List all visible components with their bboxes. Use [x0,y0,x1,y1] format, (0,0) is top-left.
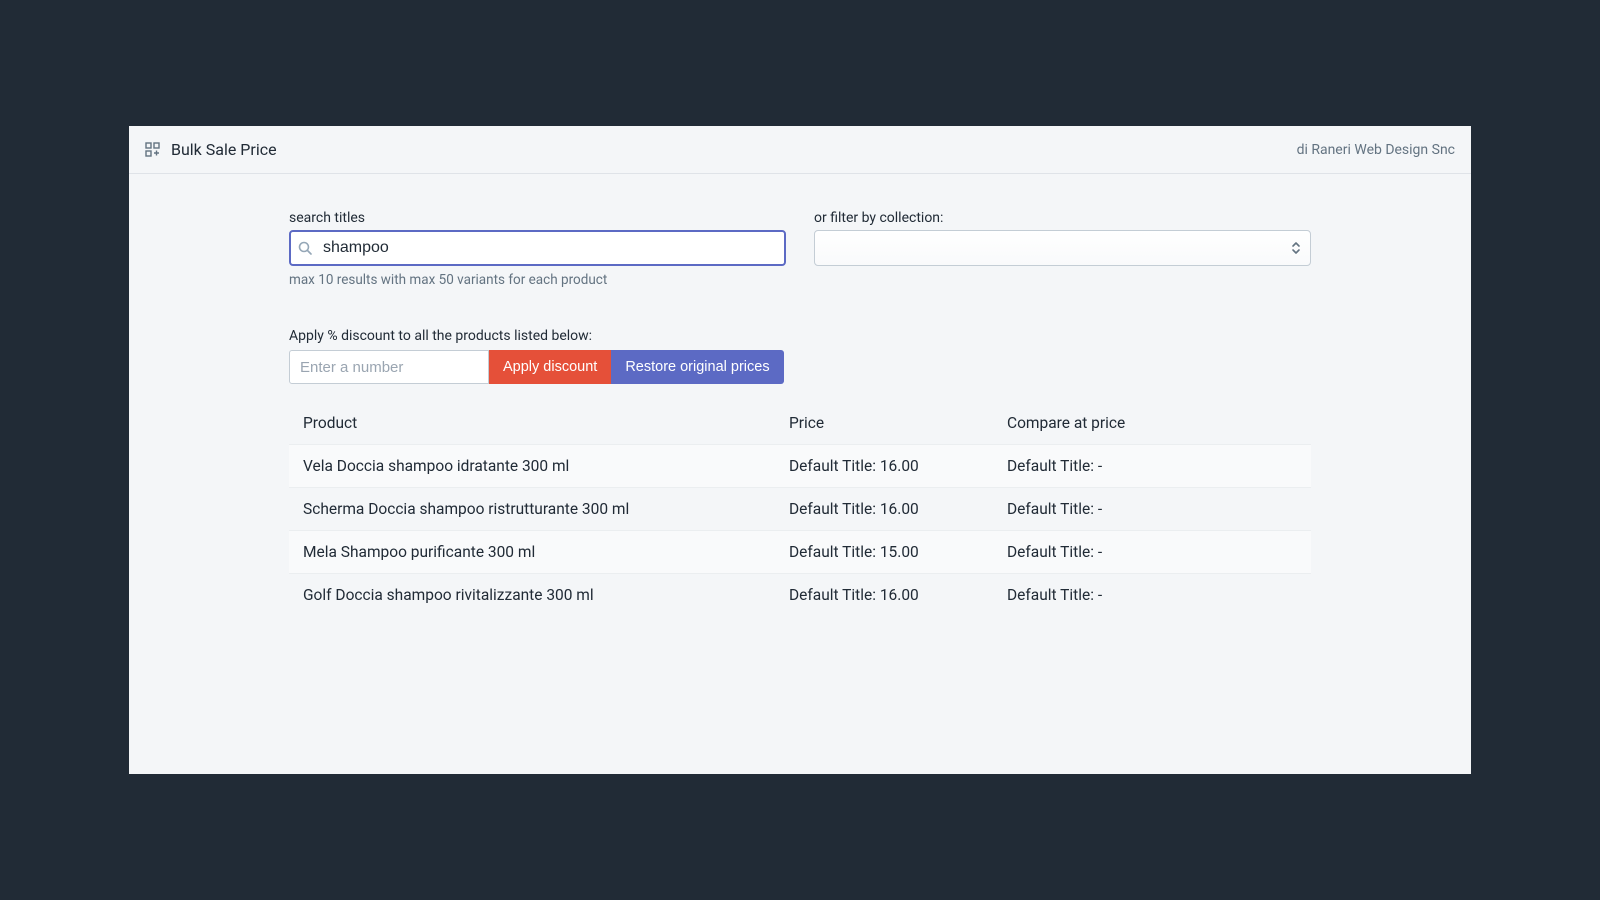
products-table: Product Price Compare at price Vela Docc… [289,402,1311,616]
search-field-group: search titles max 10 results with max 50… [289,210,786,288]
discount-input[interactable] [289,350,489,384]
cell-compare: Default Title: - [1007,500,1297,518]
content: search titles max 10 results with max 50… [129,174,1471,616]
cell-price: Default Title: 16.00 [789,500,1007,518]
cell-product: Scherma Doccia shampoo ristrutturante 30… [303,500,789,518]
cell-product: Vela Doccia shampoo idratante 300 ml [303,457,789,475]
collection-label: or filter by collection: [814,210,1311,226]
cell-compare: Default Title: - [1007,586,1297,604]
app-window: Bulk Sale Price di Raneri Web Design Snc… [129,126,1471,774]
collection-select-wrap [814,230,1311,266]
search-hint: max 10 results with max 50 variants for … [289,272,786,288]
cell-compare: Default Title: - [1007,543,1297,561]
search-label: search titles [289,210,786,226]
cell-price: Default Title: 16.00 [789,586,1007,604]
col-header-price: Price [789,414,1007,432]
discount-controls: Apply discount Restore original prices [289,350,1311,384]
apply-discount-button[interactable]: Apply discount [489,350,611,384]
table-row: Golf Doccia shampoo rivitalizzante 300 m… [289,574,1311,616]
discount-section: Apply % discount to all the products lis… [289,328,1311,384]
col-header-product: Product [303,414,789,432]
col-header-compare: Compare at price [1007,414,1297,432]
search-input[interactable] [289,230,786,266]
cell-price: Default Title: 16.00 [789,457,1007,475]
table-row: Vela Doccia shampoo idratante 300 ml Def… [289,445,1311,488]
table-row: Scherma Doccia shampoo ristrutturante 30… [289,488,1311,531]
app-logo-icon [145,142,161,158]
filter-row: search titles max 10 results with max 50… [289,210,1311,288]
app-credit: di Raneri Web Design Snc [1297,142,1455,158]
cell-product: Mela Shampoo purificante 300 ml [303,543,789,561]
table-header-row: Product Price Compare at price [289,402,1311,445]
app-title: Bulk Sale Price [171,140,277,159]
cell-product: Golf Doccia shampoo rivitalizzante 300 m… [303,586,789,604]
collection-field-group: or filter by collection: [814,210,1311,288]
app-header-left: Bulk Sale Price [145,140,277,159]
collection-select[interactable] [814,230,1311,266]
search-icon [297,240,313,256]
app-header: Bulk Sale Price di Raneri Web Design Snc [129,126,1471,174]
cell-price: Default Title: 15.00 [789,543,1007,561]
cell-compare: Default Title: - [1007,457,1297,475]
restore-prices-button[interactable]: Restore original prices [611,350,783,384]
discount-label: Apply % discount to all the products lis… [289,328,1311,344]
search-input-wrap [289,230,786,266]
table-row: Mela Shampoo purificante 300 ml Default … [289,531,1311,574]
